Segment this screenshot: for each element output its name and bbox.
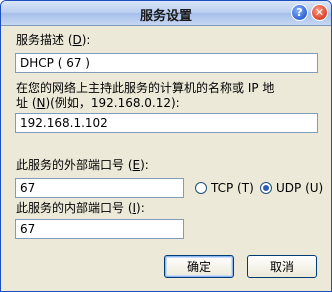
window-title: 服务设置 (139, 9, 192, 24)
radio-tcp-circle[interactable] (195, 182, 207, 194)
radio-tcp[interactable]: TCP (T) (195, 181, 254, 195)
close-icon: ✕ (314, 6, 325, 19)
dialog-body: 服务描述 (D): DHCP ( 67 ) 在您的网络上主持此服务的计算机的名称… (1, 26, 331, 291)
description-label: 服务描述 (D): (16, 33, 91, 47)
title-bar[interactable]: 服务设置 ? ✕ (1, 1, 331, 26)
help-button[interactable]: ? (291, 4, 308, 21)
service-settings-dialog: 服务设置 ? ✕ 服务描述 (D): DHCP ( 67 ) 在您的网络上主持此… (0, 0, 332, 292)
external-port-label: 此服务的外部端口号 (E): (16, 158, 149, 172)
host-address-field[interactable]: 192.168.1.102 (15, 113, 318, 133)
help-icon: ? (296, 6, 303, 19)
internal-port-field[interactable]: 67 (15, 219, 184, 239)
radio-tcp-label: TCP (T) (211, 181, 254, 195)
radio-udp-label: UDP (U) (276, 181, 324, 195)
cancel-button[interactable]: 取消 (247, 255, 317, 278)
close-button[interactable]: ✕ (311, 4, 328, 21)
host-label-line1: 在您的网络上主持此服务的计算机的名称或 IP 地 (16, 81, 275, 95)
description-field[interactable]: DHCP ( 67 ) (15, 53, 318, 73)
external-port-field[interactable]: 67 (15, 178, 184, 198)
internal-port-label: 此服务的内部端口号 (I): (16, 201, 145, 215)
radio-udp[interactable]: UDP (U) (260, 181, 323, 195)
radio-udp-circle[interactable] (260, 182, 272, 194)
ok-button[interactable]: 确定 (164, 255, 234, 278)
host-label-line2: 址 (N)(例如，192.168.0.12): (16, 96, 180, 110)
